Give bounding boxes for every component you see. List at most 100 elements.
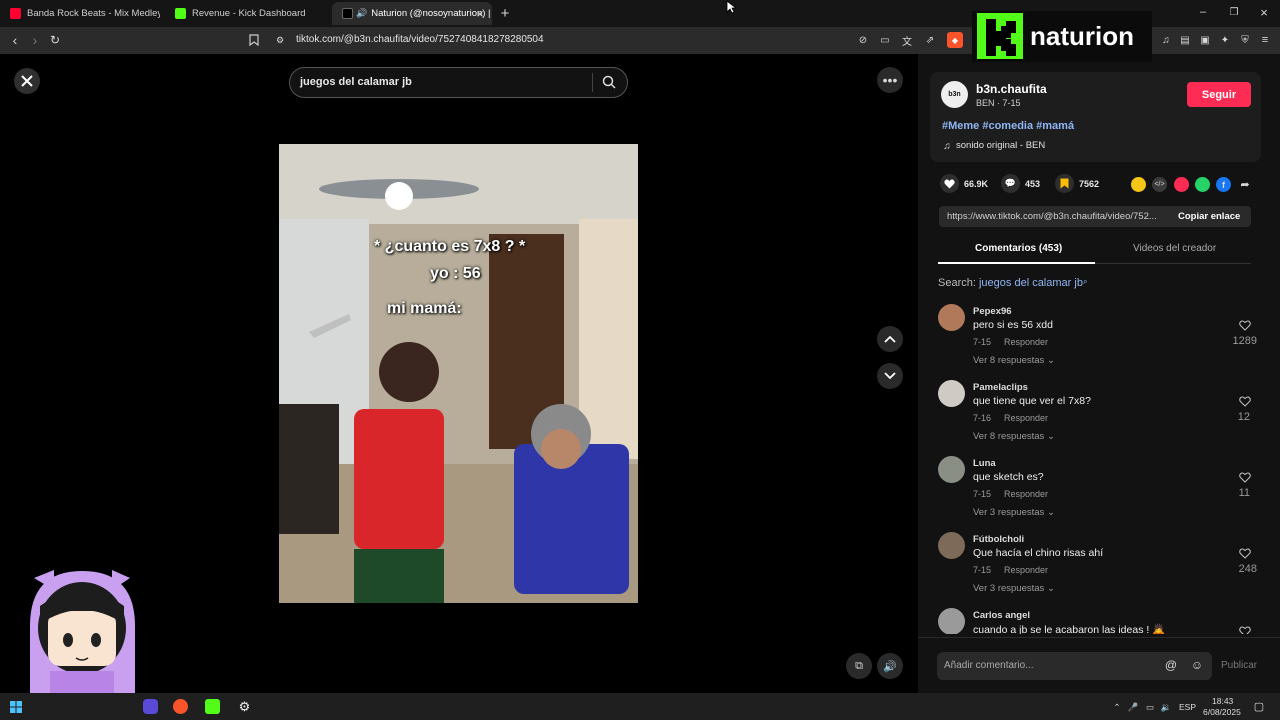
url-field[interactable]: tiktok.com/@b3n.chaufita/video/752740841… xyxy=(296,34,544,45)
sidebar-icon[interactable]: ▤ xyxy=(1179,33,1191,47)
cast-icon[interactable]: ▭ xyxy=(879,33,891,47)
comment-user[interactable]: Pepex96 xyxy=(973,306,1012,317)
chevron-down-icon: ⌄ xyxy=(1046,507,1055,518)
tab-youtube[interactable]: Banda Rock Beats - Mix Medley Pop xyxy=(0,2,160,25)
reply-button[interactable]: Responder xyxy=(1004,413,1048,423)
minimize-icon[interactable]: – xyxy=(1197,6,1209,18)
facebook-icon[interactable]: f xyxy=(1216,177,1231,192)
comment-user[interactable]: Luna xyxy=(973,458,996,469)
chevron-down-icon: ⌄ xyxy=(1046,431,1055,442)
microphone-icon[interactable]: 🎤 xyxy=(1128,701,1139,713)
brave-taskbar-icon[interactable] xyxy=(173,699,188,714)
volume-icon[interactable]: 🔊 xyxy=(877,653,903,679)
comment-icon[interactable]: 💬 xyxy=(1001,174,1020,193)
tab-creator-videos[interactable]: Videos del creador xyxy=(1133,243,1216,254)
reply-button[interactable]: Responder xyxy=(1004,489,1048,499)
restore-icon[interactable]: ❐ xyxy=(1228,6,1240,18)
send-to-friend-icon[interactable] xyxy=(1174,177,1189,192)
tab-label: Revenue - Kick Dashboard xyxy=(192,8,306,19)
next-video-button[interactable] xyxy=(877,363,903,389)
embed-icon[interactable]: </> xyxy=(1152,177,1167,192)
mention-icon[interactable]: @ xyxy=(1164,658,1178,672)
language-indicator[interactable]: ESP xyxy=(1179,702,1196,712)
heart-icon[interactable] xyxy=(1239,548,1251,559)
brave-shield-icon[interactable]: ◆ xyxy=(947,32,963,48)
streamer-name: naturion xyxy=(1030,21,1134,51)
bookmark-save-icon[interactable] xyxy=(1055,174,1074,193)
reply-button[interactable]: Responder xyxy=(1004,565,1048,575)
translate-icon[interactable]: 文 xyxy=(901,33,913,48)
sound-name[interactable]: sonido original - BEN xyxy=(956,140,1045,151)
heart-icon[interactable] xyxy=(1239,626,1251,634)
leo-ai-icon[interactable]: ✦ xyxy=(1219,33,1231,47)
site-info-icon[interactable]: ⚙ xyxy=(274,34,286,46)
repost-icon[interactable] xyxy=(1131,177,1146,192)
publish-button[interactable]: Publicar xyxy=(1221,660,1257,671)
view-replies[interactable]: Ver 3 respuestas ⌄ xyxy=(973,507,1055,518)
tab-comments[interactable]: Comentarios (453) xyxy=(975,243,1062,254)
share-more-icon[interactable]: ➦ xyxy=(1238,177,1252,191)
more-options-icon[interactable]: ••• xyxy=(877,67,903,93)
speaker-volume-icon[interactable]: 🔉 xyxy=(1160,701,1172,713)
network-icon[interactable]: ▭ xyxy=(1144,701,1156,713)
share-page-icon[interactable]: ⇗ xyxy=(924,33,936,47)
new-tab-icon[interactable]: + xyxy=(498,5,512,22)
comment-avatar[interactable] xyxy=(938,532,965,559)
clock-time[interactable]: 18:43 xyxy=(1212,696,1233,706)
no-sound-icon[interactable]: ⊘ xyxy=(857,33,869,47)
video-caption-mom: mi mamá: xyxy=(387,300,462,317)
previous-video-button[interactable] xyxy=(877,326,903,352)
chevron-up-icon[interactable]: ⌃ xyxy=(1112,701,1122,713)
search-icon[interactable] xyxy=(601,74,617,90)
heart-icon[interactable] xyxy=(1239,472,1251,483)
settings-gear-icon[interactable]: ⚙ xyxy=(237,699,252,714)
like-icon[interactable] xyxy=(940,174,959,193)
video-link[interactable]: https://www.tiktok.com/@b3n.chaufita/vid… xyxy=(947,211,1171,222)
tab-kick-dashboard[interactable]: Revenue - Kick Dashboard xyxy=(165,2,330,25)
music-icon[interactable]: ♫ xyxy=(1160,33,1172,47)
view-replies[interactable]: Ver 3 respuestas ⌄ xyxy=(973,583,1055,594)
reply-button[interactable]: Responder xyxy=(1004,337,1048,347)
wallet-icon[interactable]: ▣ xyxy=(1199,33,1211,47)
comment-avatar[interactable] xyxy=(938,380,965,407)
view-replies-label: Ver 3 respuestas xyxy=(973,583,1045,594)
view-replies-label: Ver 8 respuestas xyxy=(973,431,1045,442)
vpn-icon[interactable]: ⛨ xyxy=(1239,33,1251,47)
emoji-icon[interactable]: ☺ xyxy=(1190,658,1204,672)
comment-user[interactable]: Carlos angel xyxy=(973,610,1030,621)
comment-avatar[interactable] xyxy=(938,456,965,483)
video-player[interactable]: * ¿cuanto es 7x8 ? * yo : 56 mi mamá: xyxy=(279,144,638,603)
close-viewer-button[interactable] xyxy=(14,68,40,94)
kick-taskbar-icon[interactable] xyxy=(205,699,220,714)
view-replies[interactable]: Ver 8 respuestas ⌄ xyxy=(973,431,1055,442)
whatsapp-icon[interactable] xyxy=(1195,177,1210,192)
comment-avatar[interactable] xyxy=(938,608,965,634)
float-player-icon[interactable]: ⧉ xyxy=(846,653,872,679)
follow-button[interactable]: Seguir xyxy=(1187,82,1251,107)
menu-icon[interactable]: ≡ xyxy=(1259,33,1271,47)
clock-date[interactable]: 6/08/2025 xyxy=(1203,707,1241,717)
close-tab-icon[interactable]: × xyxy=(474,7,486,21)
comment-avatar[interactable] xyxy=(938,304,965,331)
bookmark-icon[interactable] xyxy=(248,33,260,47)
hashtags[interactable]: #Meme #comedia #mamá xyxy=(942,120,1074,132)
comment-text: cuando a jb se le acabaron las ideas ! 🙇 xyxy=(973,624,1166,634)
tab-tiktok-active[interactable]: 🔊 Naturion (@nosoynaturion) | xyxy=(332,2,492,25)
windows-start-icon[interactable] xyxy=(10,701,22,713)
creator-username[interactable]: b3n.chaufita xyxy=(976,82,1047,96)
related-search[interactable]: Search: juegos del calamar jb⌕ xyxy=(938,277,1087,289)
forward-icon[interactable]: › xyxy=(28,32,42,48)
comment-text: que sketch es? xyxy=(973,471,1044,483)
heart-icon[interactable] xyxy=(1239,396,1251,407)
notifications-icon[interactable]: ▢ xyxy=(1252,700,1266,713)
heart-icon[interactable] xyxy=(1239,320,1251,331)
comment-user[interactable]: Pamelaclips xyxy=(973,382,1028,393)
view-replies[interactable]: Ver 8 respuestas ⌄ xyxy=(973,355,1055,366)
close-window-icon[interactable]: × xyxy=(1258,5,1270,20)
back-icon[interactable]: ‹ xyxy=(8,32,22,48)
creator-avatar[interactable]: b3n xyxy=(941,81,968,108)
comment-user[interactable]: Fútbolcholi xyxy=(973,534,1024,545)
reload-icon[interactable]: ↻ xyxy=(48,33,62,47)
copy-link-button[interactable]: Copiar enlace xyxy=(1178,211,1240,222)
app-taskbar-icon[interactable] xyxy=(143,699,158,714)
